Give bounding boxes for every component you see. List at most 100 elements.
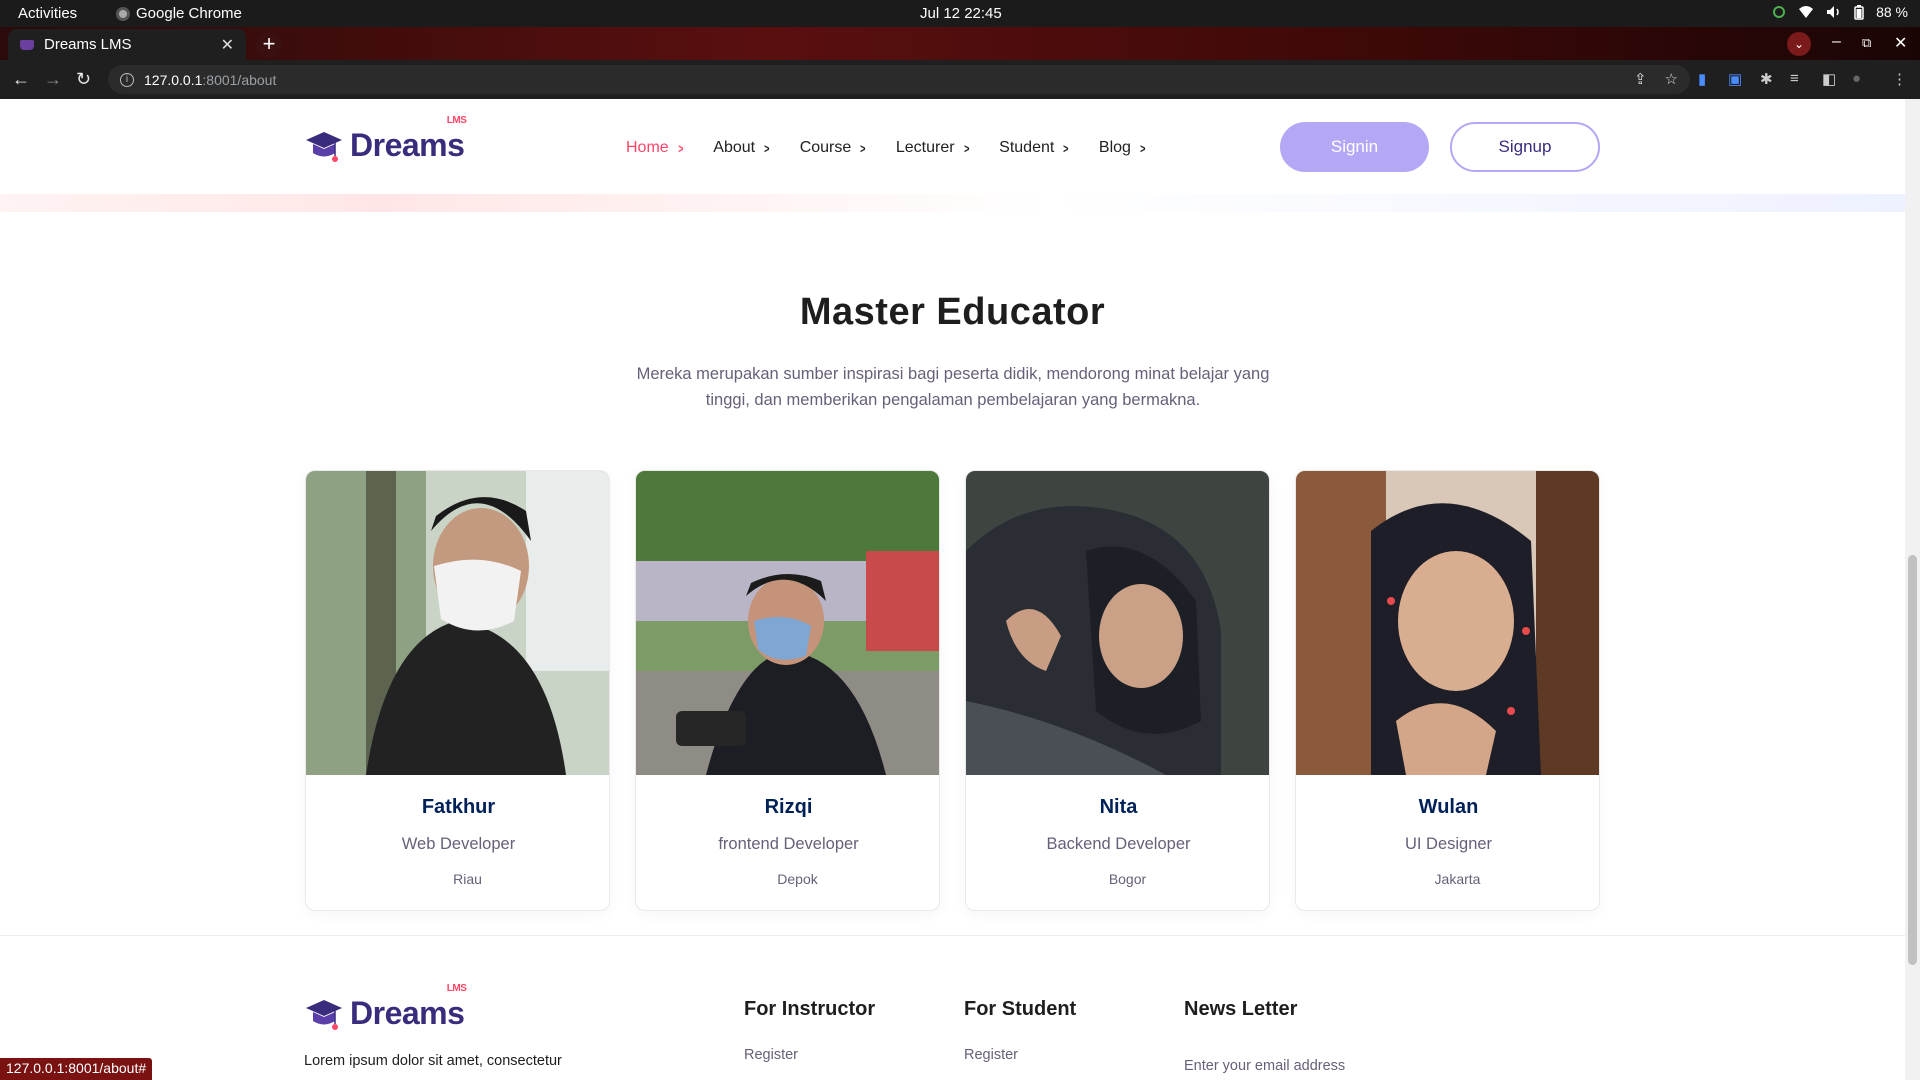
nav-item-blog[interactable]: Blog > bbox=[1099, 139, 1147, 157]
address-bar[interactable]: i 127.0.0.1:8001/about ⇪ ☆ bbox=[108, 65, 1690, 94]
newsletter-email-input[interactable]: Enter your email address bbox=[1184, 1058, 1345, 1074]
logo-word: Dreams bbox=[350, 995, 465, 1031]
graduation-cap-icon bbox=[306, 131, 342, 162]
close-tab-icon[interactable]: ✕ bbox=[221, 35, 234, 55]
signup-button[interactable]: Signup bbox=[1450, 122, 1600, 172]
chrome-icon bbox=[116, 6, 130, 21]
battery-icon bbox=[1854, 4, 1864, 20]
subtitle-line: tinggi, dan memberikan pengalaman pembel… bbox=[705, 391, 1201, 409]
educator-card[interactable]: Fatkhur Web Developer Riau bbox=[305, 470, 610, 911]
nav-label: Lecturer bbox=[895, 139, 955, 156]
new-tab-button[interactable]: + bbox=[256, 32, 282, 58]
educator-name: Fatkhur bbox=[421, 796, 496, 818]
forward-arrow-icon[interactable]: → bbox=[44, 69, 62, 90]
bookmark-star-icon[interactable]: ☆ bbox=[1665, 70, 1678, 88]
maximize-icon[interactable]: ⧉ bbox=[1862, 35, 1871, 51]
reload-icon[interactable]: ↻ bbox=[76, 69, 91, 90]
educator-role: Backend Developer bbox=[1046, 835, 1191, 853]
nav-item-course[interactable]: Course > bbox=[800, 139, 867, 157]
logo-badge: LMS bbox=[446, 983, 467, 994]
tab-title: Dreams LMS bbox=[44, 36, 132, 53]
tab-search-button[interactable]: ⌄ bbox=[1787, 32, 1811, 56]
activities-button[interactable]: Activities bbox=[18, 5, 77, 22]
app-menu[interactable]: Google Chrome bbox=[116, 5, 242, 22]
nav-item-home[interactable]: Home > bbox=[626, 139, 684, 157]
tab-strip: Dreams LMS ✕ + ⌄ – ⧉ ✕ bbox=[0, 27, 1920, 60]
wifi-icon bbox=[1799, 6, 1814, 18]
chevron-right-icon: > bbox=[1063, 140, 1069, 156]
extensions-puzzle-icon[interactable]: ✱ bbox=[1760, 70, 1773, 88]
nav-item-lecturer[interactable]: Lecturer > bbox=[896, 139, 970, 157]
educator-role: frontend Developer bbox=[718, 835, 859, 853]
nav-label: Student bbox=[999, 139, 1055, 156]
footer-heading-student: For Student bbox=[964, 998, 1077, 1020]
browser-toolbar: ← → ↻ i 127.0.0.1:8001/about ⇪ ☆ ▮ ▣ ✱ ≡… bbox=[0, 60, 1920, 99]
educator-card[interactable]: Rizqi frontend Developer Depok bbox=[635, 470, 940, 911]
translate-icon[interactable]: ▣ bbox=[1728, 70, 1742, 88]
graduation-cap-icon bbox=[306, 999, 342, 1030]
url-host: 127.0.0.1 bbox=[144, 71, 203, 88]
header-logo[interactable]: Dreams LMS bbox=[304, 115, 467, 164]
footer-divider bbox=[0, 935, 1905, 936]
share-icon[interactable]: ⇪ bbox=[1634, 70, 1647, 88]
nav-item-about[interactable]: About > bbox=[713, 139, 770, 157]
site-header: Dreams LMS Home > About > Course > Lecturer >… bbox=[0, 99, 1905, 194]
extension-docs-icon[interactable]: ▮ bbox=[1698, 70, 1706, 88]
main-nav: Home > About > Course > Lecturer > Student > … bbox=[626, 139, 1147, 157]
chevron-right-icon: > bbox=[1140, 140, 1146, 156]
educator-location: Bogor bbox=[1108, 871, 1147, 887]
footer-logo[interactable]: Dreams LMS bbox=[304, 983, 467, 1032]
educator-photo bbox=[636, 471, 939, 775]
nav-label: Blog bbox=[1098, 139, 1131, 156]
nav-item-student[interactable]: Student > bbox=[999, 139, 1070, 157]
educator-name: Wulan bbox=[1418, 796, 1479, 818]
footer-heading-instructor: For Instructor bbox=[744, 998, 876, 1020]
battery-percent: 88 % bbox=[1876, 4, 1908, 20]
footer-heading-newsletter: News Letter bbox=[1184, 998, 1298, 1020]
page-viewport: Dreams LMS Home > About > Course > Lecturer >… bbox=[0, 99, 1905, 1080]
instructor-register-link[interactable]: Register bbox=[744, 1047, 798, 1063]
nav-label: About bbox=[713, 139, 756, 156]
educator-photo bbox=[1296, 471, 1599, 775]
chevron-right-icon: > bbox=[764, 140, 770, 156]
signin-button[interactable]: Signin bbox=[1280, 122, 1429, 172]
educator-role: UI Designer bbox=[1404, 835, 1493, 853]
scrollbar-thumb[interactable] bbox=[1908, 555, 1917, 965]
educator-card[interactable]: Wulan UI Designer Jakarta bbox=[1295, 470, 1600, 911]
subtitle-line: Mereka merupakan sumber inspirasi bagi p… bbox=[636, 365, 1270, 383]
nav-label: Course bbox=[799, 139, 852, 156]
section-title: Master Educator bbox=[799, 291, 1106, 333]
system-tray[interactable]: 88 % bbox=[1772, 4, 1908, 20]
educator-card[interactable]: Nita Backend Developer Bogor bbox=[965, 470, 1270, 911]
chevron-right-icon: > bbox=[677, 140, 684, 156]
back-arrow-icon[interactable]: ← bbox=[12, 69, 30, 90]
site-info-icon[interactable]: i bbox=[120, 72, 134, 87]
profile-icon[interactable]: ● bbox=[1852, 70, 1861, 87]
side-panel-icon[interactable]: ◧ bbox=[1822, 70, 1836, 88]
chrome-menu-icon[interactable]: ⋮ bbox=[1892, 70, 1907, 88]
educator-location: Depok bbox=[777, 871, 818, 887]
educator-photo bbox=[306, 471, 609, 775]
clock[interactable]: Jul 12 22:45 bbox=[920, 5, 1002, 22]
volume-icon bbox=[1827, 6, 1839, 18]
student-register-link[interactable]: Register bbox=[964, 1047, 1018, 1063]
logo-badge: LMS bbox=[446, 115, 467, 126]
educator-photo bbox=[966, 471, 1269, 775]
graduation-cap-favicon-icon bbox=[20, 39, 34, 50]
minimize-icon[interactable]: – bbox=[1832, 33, 1841, 51]
link-status-bubble: 127.0.0.1:8001/about# bbox=[0, 1058, 153, 1080]
chevron-right-icon: > bbox=[963, 140, 970, 156]
educator-role: Web Developer bbox=[401, 835, 516, 853]
educator-location: Jakarta bbox=[1434, 871, 1481, 887]
os-top-bar: Activities Google Chrome Jul 12 22:45 88… bbox=[0, 0, 1920, 27]
section-subtitle: Mereka merupakan sumber inspirasi bagi p… bbox=[618, 361, 1288, 413]
educator-location: Riau bbox=[453, 871, 482, 887]
media-queue-icon[interactable]: ≡ bbox=[1790, 70, 1799, 87]
logo-word: Dreams bbox=[350, 127, 465, 163]
close-window-icon[interactable]: ✕ bbox=[1894, 33, 1907, 53]
footer-description: Lorem ipsum dolor sit amet, consectetur bbox=[304, 1053, 562, 1069]
educator-name: Nita bbox=[1099, 796, 1138, 818]
browser-tab[interactable]: Dreams LMS ✕ bbox=[8, 29, 246, 60]
app-name: Google Chrome bbox=[136, 5, 242, 22]
educator-name: Rizqi bbox=[764, 796, 813, 818]
